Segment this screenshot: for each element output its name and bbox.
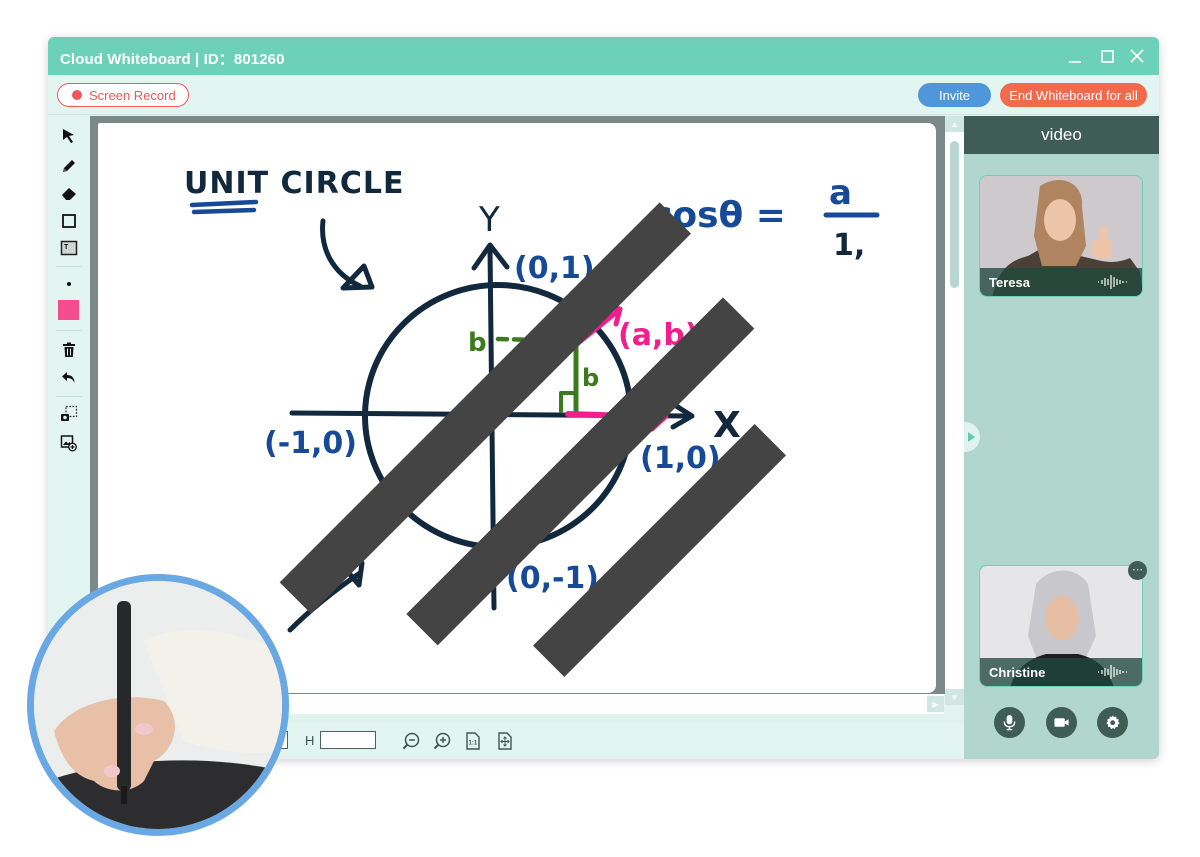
invite-button[interactable]: Invite: [918, 83, 991, 107]
top-toolbar: Screen Record Invite End Whiteboard for …: [48, 75, 1159, 115]
delete-tool[interactable]: [58, 339, 80, 361]
eraser-tool[interactable]: [58, 182, 80, 204]
hand-with-stylus-image: [34, 581, 282, 829]
svg-text:1:1: 1:1: [469, 741, 478, 747]
scroll-up-button[interactable]: ▲: [945, 116, 964, 132]
tool-divider: [56, 266, 82, 267]
rectangle-tool[interactable]: [58, 210, 80, 232]
settings-button[interactable]: [1097, 707, 1128, 738]
text-box-icon: T: [60, 240, 78, 256]
trash-icon: [63, 342, 75, 357]
collapse-panel-button[interactable]: [964, 422, 980, 452]
zoom-out-icon: [402, 732, 420, 750]
ellipsis-icon: ⋯: [1132, 564, 1143, 576]
record-dot-icon: [72, 90, 82, 100]
camera-button[interactable]: [1046, 707, 1077, 738]
undo-tool[interactable]: [58, 367, 80, 389]
play-triangle-icon: [967, 432, 975, 442]
screenshot-icon: [61, 405, 78, 421]
scroll-thumb[interactable]: [950, 141, 959, 288]
settings-icon: [1106, 715, 1120, 730]
height-input[interactable]: [320, 731, 376, 749]
scroll-right-button[interactable]: ▶: [927, 696, 944, 712]
fit-page-button[interactable]: [495, 731, 515, 751]
microphone-button[interactable]: [994, 707, 1025, 738]
dot-icon: [67, 282, 71, 286]
window-title: Cloud Whiteboard | ID：801260: [60, 51, 285, 68]
actual-size-button[interactable]: 1:1: [463, 731, 483, 751]
pen-tool[interactable]: [58, 155, 80, 177]
screen-record-button[interactable]: Screen Record: [57, 83, 189, 107]
actual-size-icon: 1:1: [466, 732, 480, 750]
pen-tablet-photo: [27, 574, 289, 836]
stroke-size-tool[interactable]: [58, 273, 80, 295]
insert-image-tool[interactable]: [58, 432, 80, 454]
vertical-scrollbar[interactable]: ▲ ▼: [945, 116, 964, 705]
audio-wave-icon: [1098, 275, 1127, 289]
title-bar: Cloud Whiteboard | ID：801260: [48, 37, 1159, 75]
participant-name: Teresa: [989, 274, 1030, 290]
minimize-icon: [1069, 61, 1081, 63]
rectangle-icon: [62, 214, 76, 228]
minimize-button[interactable]: [1062, 43, 1088, 69]
select-tool[interactable]: [58, 125, 80, 147]
color-picker[interactable]: [58, 300, 79, 320]
video-panel: video Teresa Christine ⋯: [964, 116, 1159, 759]
video-panel-header: video: [964, 116, 1159, 154]
end-whiteboard-button[interactable]: End Whiteboard for all: [1000, 83, 1147, 107]
more-options-button[interactable]: ⋯: [1128, 561, 1147, 580]
tool-divider: [56, 330, 82, 331]
undo-icon: [62, 372, 75, 383]
screenshot-tool[interactable]: [58, 403, 80, 425]
text-tool[interactable]: T: [58, 237, 80, 259]
height-label: H: [305, 733, 315, 748]
eraser-icon: [62, 188, 76, 200]
audio-wave-icon: [1098, 665, 1127, 679]
zoom-in-icon: [433, 732, 451, 750]
camera-icon: [1054, 718, 1069, 727]
cursor-arrow-icon: [63, 129, 74, 143]
close-icon: [1130, 49, 1144, 63]
participant-tile-teresa[interactable]: Teresa: [979, 175, 1143, 297]
add-image-icon: [60, 435, 77, 452]
participant-tile-christine[interactable]: Christine: [979, 565, 1143, 687]
pencil-icon: [63, 160, 75, 172]
microphone-icon: [1003, 714, 1016, 731]
tool-divider: [56, 396, 82, 397]
fit-page-icon: [498, 732, 512, 750]
close-button[interactable]: [1124, 43, 1150, 69]
maximize-icon: [1101, 50, 1114, 63]
scroll-down-button[interactable]: ▼: [945, 689, 964, 705]
zoom-out-button[interactable]: [401, 731, 421, 751]
screen-record-label: Screen Record: [89, 87, 176, 103]
zoom-in-button[interactable]: [432, 731, 452, 751]
svg-text:T: T: [64, 244, 69, 251]
participant-name: Christine: [989, 664, 1046, 680]
maximize-button[interactable]: [1094, 43, 1120, 69]
